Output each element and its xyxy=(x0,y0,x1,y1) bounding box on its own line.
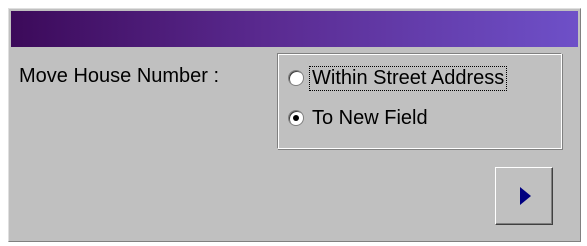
play-triangle-right-icon xyxy=(520,187,531,205)
radio-label-to-new-field[interactable]: To New Field xyxy=(310,107,430,130)
move-house-number-option-group: Within Street Address To New Field xyxy=(277,53,562,149)
move-house-number-label: Move House Number : xyxy=(19,65,220,87)
radio-option-within-street-address[interactable]: Within Street Address xyxy=(288,64,508,92)
radio-option-to-new-field[interactable]: To New Field xyxy=(288,104,430,132)
radio-label-within-street-address[interactable]: Within Street Address xyxy=(308,65,508,91)
radio-button-checked[interactable] xyxy=(288,110,304,126)
dialog-window: Move House Number : Within Street Addres… xyxy=(8,8,581,242)
title-bar xyxy=(11,11,578,47)
radio-button-unchecked[interactable] xyxy=(288,70,304,86)
next-button[interactable] xyxy=(495,167,553,225)
